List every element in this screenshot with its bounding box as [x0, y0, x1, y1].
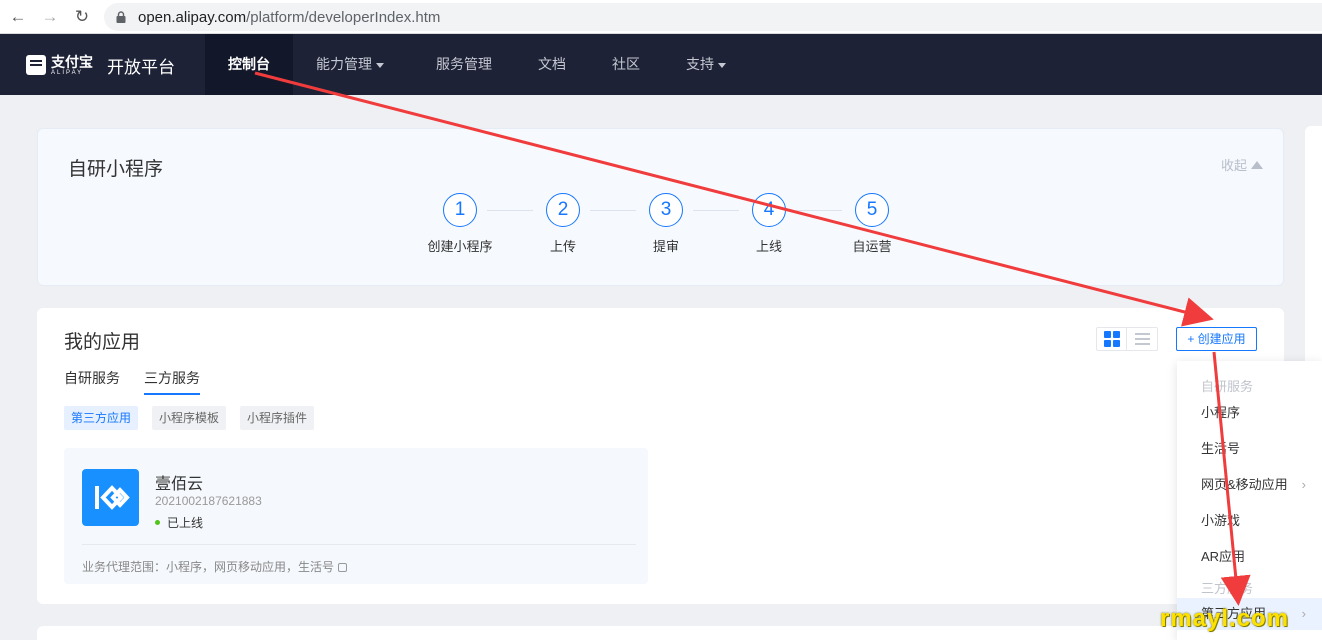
back-arrow-icon[interactable]: ←	[8, 7, 28, 27]
divider	[82, 544, 636, 545]
lock-icon	[116, 11, 126, 23]
app-scope: 业务代理范围：小程序，网页移动应用，生活号	[82, 558, 348, 575]
nav-capability-management[interactable]: 能力管理	[316, 34, 384, 95]
step-label: 上传	[549, 239, 576, 254]
dropdown-item-miniprogram[interactable]: 小程序	[1177, 397, 1322, 429]
step-operate[interactable]: 5 自运营	[822, 193, 922, 255]
card-title: 自研小程序	[68, 159, 164, 180]
dropdown-group-third-party: 三方服务	[1201, 581, 1254, 596]
chip-third-party-app[interactable]: 第三方应用	[64, 406, 139, 430]
create-app-dropdown: 自研服务 小程序 生活号 网页&移动应用 › 小游戏 AR应用 三方服务 第三方应…	[1177, 361, 1322, 640]
top-navigation: 支付宝 ALIPAY 开放平台 控制台 能力管理 服务管理 文档 社区 支持	[0, 34, 1322, 95]
chevron-right-icon: ›	[1301, 606, 1306, 621]
chip-miniprogram-plugin[interactable]: 小程序插件	[240, 406, 315, 430]
chip-miniprogram-template[interactable]: 小程序模板	[152, 406, 227, 430]
triangle-up-icon	[1251, 161, 1263, 169]
step-number: 5	[855, 193, 889, 227]
app-id: 2021002187621883	[155, 494, 262, 508]
collapse-button[interactable]: 收起	[1221, 155, 1263, 174]
caret-down-icon	[376, 62, 384, 68]
step-label: 提审	[652, 239, 679, 254]
dropdown-item-ar-app[interactable]: AR应用	[1177, 541, 1322, 573]
step-upload[interactable]: 2 上传	[513, 193, 613, 255]
caret-down-icon	[718, 62, 726, 68]
service-tabs: 自研服务 三方服务	[64, 368, 224, 395]
app-logo-icon	[82, 469, 139, 526]
nav-community[interactable]: 社区	[612, 34, 640, 95]
step-label: 自运营	[852, 239, 892, 254]
address-bar[interactable]: open.alipay.com/platform/developerIndex.…	[104, 3, 1322, 31]
step-number: 4	[752, 193, 786, 227]
grid-view-icon[interactable]	[1097, 328, 1128, 350]
app-type-filter: 第三方应用 小程序模板 小程序插件	[64, 406, 328, 430]
app-card[interactable]: 壹佰云 2021002187621883 已上线 业务代理范围：小程序，网页移动…	[64, 448, 648, 584]
status-badge: 已上线	[155, 514, 203, 531]
alipay-logo[interactable]: 支付宝 ALIPAY 开放平台	[26, 53, 175, 77]
view-toggle	[1096, 327, 1158, 351]
self-dev-miniprogram-card: 自研小程序 收起 1 创建小程序 2 上传 3 提审 4 上线 5 自运营	[37, 128, 1284, 286]
tab-self-dev-service[interactable]: 自研服务	[64, 368, 120, 395]
status-dot-icon	[155, 520, 160, 525]
chevron-right-icon: ›	[1301, 477, 1306, 492]
next-card	[37, 626, 1284, 640]
step-review[interactable]: 3 提审	[616, 193, 716, 255]
step-label: 创建小程序	[427, 239, 493, 254]
logo-cn-text: 支付宝	[51, 53, 93, 70]
dropdown-item-life-account[interactable]: 生活号	[1177, 433, 1322, 465]
watermark: rmayl.com	[1160, 605, 1290, 632]
logo-en-text: ALIPAY	[51, 69, 84, 76]
step-launch[interactable]: 4 上线	[719, 193, 819, 255]
nav-docs[interactable]: 文档	[538, 34, 566, 95]
nav-service-management[interactable]: 服务管理	[436, 34, 492, 95]
dropdown-item-mini-game[interactable]: 小游戏	[1177, 505, 1322, 537]
nav-console[interactable]: 控制台	[205, 34, 293, 95]
alipay-logo-icon	[26, 55, 46, 75]
step-number: 1	[443, 193, 477, 227]
link-icon[interactable]	[338, 563, 348, 572]
platform-title: 开放平台	[107, 57, 175, 77]
my-apps-card: 我的应用 + 创建应用 自研服务 三方服务 第三方应用 小程序模板 小程序插件 …	[37, 308, 1284, 604]
reload-icon[interactable]: ↻	[72, 7, 92, 27]
step-number: 3	[649, 193, 683, 227]
list-view-icon[interactable]	[1127, 328, 1157, 350]
dropdown-group-self-dev: 自研服务	[1201, 379, 1254, 394]
step-label: 上线	[755, 239, 782, 254]
app-name: 壹佰云	[155, 476, 204, 493]
create-app-button[interactable]: + 创建应用	[1176, 327, 1257, 351]
browser-toolbar: ← → ↻ open.alipay.com/platform/developer…	[0, 0, 1322, 34]
forward-arrow-icon[interactable]: →	[40, 7, 60, 27]
url-text: open.alipay.com/platform/developerIndex.…	[138, 9, 441, 26]
tab-third-party-service[interactable]: 三方服务	[144, 368, 200, 395]
dropdown-item-web-mobile-app[interactable]: 网页&移动应用 ›	[1177, 469, 1322, 501]
card-title: 我的应用	[64, 332, 141, 353]
nav-support[interactable]: 支持	[686, 34, 726, 95]
step-create[interactable]: 1 创建小程序	[410, 193, 510, 255]
step-number: 2	[546, 193, 580, 227]
